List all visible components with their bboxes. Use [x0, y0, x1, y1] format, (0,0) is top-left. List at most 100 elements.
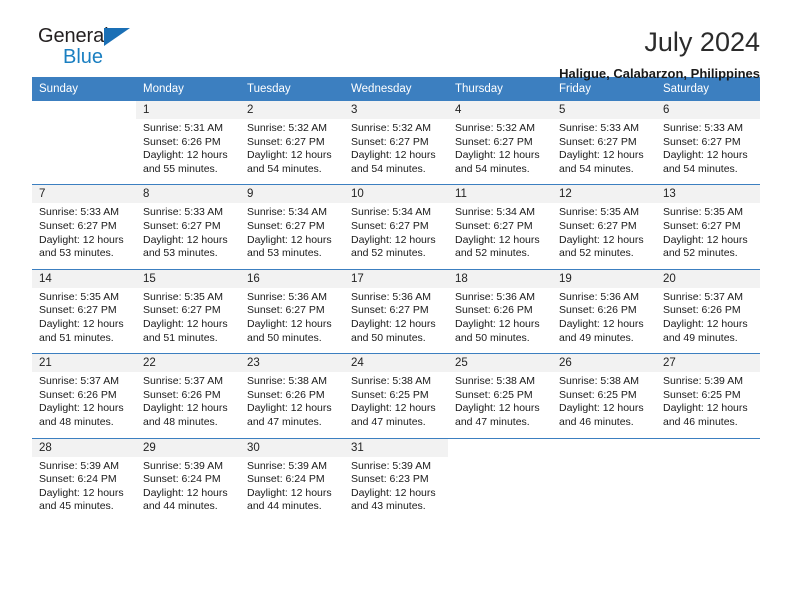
day-number-cell[interactable]: 24 — [344, 353, 448, 373]
empty-info-cell — [656, 456, 760, 522]
day-number-cell[interactable]: 11 — [448, 184, 552, 204]
day-number-cell[interactable]: 3 — [344, 101, 448, 119]
day-number-cell[interactable]: 9 — [240, 184, 344, 204]
sunset-text: Sunset: 6:23 PM — [351, 473, 429, 486]
day-number-cell[interactable]: 14 — [32, 269, 136, 288]
day-number-cell[interactable]: 16 — [240, 269, 344, 288]
day-info: Sunrise: 5:38 AM Sunset: 6:25 PM Daylight:… — [559, 375, 650, 429]
sunrise-text: Sunrise: 5:35 AM — [663, 206, 743, 219]
day-number-cell[interactable]: 31 — [344, 438, 448, 457]
daylight-text-line1: Daylight: 12 hours — [559, 317, 644, 330]
daylight-text-line2: and 44 minutes. — [247, 500, 322, 513]
day-number-cell[interactable]: 4 — [448, 101, 552, 119]
daylight-text-line2: and 43 minutes. — [351, 500, 426, 513]
empty-day-cell — [32, 101, 136, 119]
day-info: Sunrise: 5:33 AM Sunset: 6:27 PM Daylight:… — [143, 206, 234, 260]
sunset-text: Sunset: 6:27 PM — [143, 219, 221, 232]
sunset-text: Sunset: 6:27 PM — [559, 135, 637, 148]
weekday-header-wednesday: Wednesday — [344, 77, 448, 101]
daylight-text-line1: Daylight: 12 hours — [247, 233, 332, 246]
sunset-text: Sunset: 6:27 PM — [247, 219, 325, 232]
day-number-cell[interactable]: 23 — [240, 353, 344, 373]
weekday-header-monday: Monday — [136, 77, 240, 101]
daylight-text-line1: Daylight: 12 hours — [247, 317, 332, 330]
daylight-text-line1: Daylight: 12 hours — [143, 486, 228, 499]
day-info-cell: Sunrise: 5:31 AM Sunset: 6:26 PM Daylight:… — [136, 119, 240, 186]
daylight-text-line1: Daylight: 12 hours — [39, 317, 124, 330]
day-number-cell[interactable]: 28 — [32, 438, 136, 457]
sunset-text: Sunset: 6:25 PM — [663, 388, 741, 401]
sunrise-text: Sunrise: 5:34 AM — [247, 206, 327, 219]
day-number-cell[interactable]: 27 — [656, 353, 760, 373]
title-block: July 2024 Haligue, Calabarzon, Philippin… — [559, 26, 760, 82]
day-number-cell[interactable]: 19 — [552, 269, 656, 288]
day-info: Sunrise: 5:31 AM Sunset: 6:26 PM Daylight:… — [143, 122, 234, 176]
sunset-text: Sunset: 6:27 PM — [559, 219, 637, 232]
day-info: Sunrise: 5:39 AM Sunset: 6:24 PM Daylight:… — [39, 460, 130, 514]
day-number-cell[interactable]: 7 — [32, 184, 136, 204]
daylight-text-line2: and 44 minutes. — [143, 500, 218, 513]
sunrise-text: Sunrise: 5:32 AM — [351, 122, 431, 134]
day-number-cell[interactable]: 29 — [136, 438, 240, 457]
daylight-text-line1: Daylight: 12 hours — [143, 402, 228, 415]
general-blue-logo[interactable]: General Blue — [32, 26, 152, 72]
day-info-cell: Sunrise: 5:32 AM Sunset: 6:27 PM Daylight:… — [448, 119, 552, 186]
sunrise-text: Sunrise: 5:33 AM — [39, 206, 119, 219]
day-number-cell[interactable]: 12 — [552, 184, 656, 204]
day-info-cell: Sunrise: 5:34 AM Sunset: 6:27 PM Daylight:… — [240, 203, 344, 270]
day-number-cell[interactable]: 22 — [136, 353, 240, 373]
day-number-cell[interactable]: 21 — [32, 353, 136, 373]
day-info-cell: Sunrise: 5:32 AM Sunset: 6:27 PM Daylight:… — [240, 119, 344, 186]
day-info: Sunrise: 5:36 AM Sunset: 6:27 PM Daylight:… — [247, 291, 338, 345]
day-number-cell[interactable]: 26 — [552, 353, 656, 373]
day-number-cell[interactable]: 18 — [448, 269, 552, 288]
sunrise-text: Sunrise: 5:35 AM — [39, 290, 119, 303]
day-number-cell[interactable]: 8 — [136, 184, 240, 204]
day-info: Sunrise: 5:35 AM Sunset: 6:27 PM Daylight:… — [143, 291, 234, 345]
daylight-text-line2: and 47 minutes. — [351, 415, 426, 428]
daylight-text-line2: and 51 minutes. — [39, 331, 114, 344]
day-info-cell: Sunrise: 5:38 AM Sunset: 6:25 PM Daylight:… — [344, 372, 448, 439]
sunset-text: Sunset: 6:25 PM — [559, 388, 637, 401]
daylight-text-line1: Daylight: 12 hours — [455, 149, 540, 162]
day-number-cell[interactable]: 13 — [656, 184, 760, 204]
daylight-text-line1: Daylight: 12 hours — [663, 317, 748, 330]
day-info: Sunrise: 5:38 AM Sunset: 6:25 PM Daylight:… — [351, 375, 442, 429]
day-info: Sunrise: 5:33 AM Sunset: 6:27 PM Daylight:… — [663, 122, 754, 176]
week-daynumber-row: 14 15 16 17 18 19 20 — [32, 269, 760, 288]
sunset-text: Sunset: 6:27 PM — [143, 304, 221, 317]
week-daynumber-row: 123456 — [32, 101, 760, 119]
logo-text-blue: Blue — [63, 46, 104, 68]
sunset-text: Sunset: 6:25 PM — [455, 388, 533, 401]
day-info-cell: Sunrise: 5:33 AM Sunset: 6:27 PM Daylight:… — [32, 203, 136, 270]
week-info-row: Sunrise: 5:37 AM Sunset: 6:26 PM Daylight:… — [32, 372, 760, 439]
day-number-cell[interactable]: 5 — [552, 101, 656, 119]
day-info-cell: Sunrise: 5:39 AM Sunset: 6:24 PM Daylight:… — [136, 456, 240, 522]
sunrise-text: Sunrise: 5:35 AM — [559, 206, 639, 219]
page-subtitle: Haligue, Calabarzon, Philippines — [559, 66, 760, 81]
day-number-cell[interactable]: 30 — [240, 438, 344, 457]
sunset-text: Sunset: 6:26 PM — [663, 304, 741, 317]
daylight-text-line1: Daylight: 12 hours — [351, 233, 436, 246]
week-daynumber-row: 21 22 23 24 25 26 27 — [32, 353, 760, 373]
sunset-text: Sunset: 6:25 PM — [351, 388, 429, 401]
sunrise-text: Sunrise: 5:33 AM — [143, 206, 223, 219]
sunset-text: Sunset: 6:24 PM — [39, 473, 117, 486]
daylight-text-line2: and 55 minutes. — [143, 162, 218, 175]
day-info-cell: Sunrise: 5:38 AM Sunset: 6:26 PM Daylight:… — [240, 372, 344, 439]
day-number-cell[interactable]: 6 — [656, 101, 760, 119]
day-number-cell[interactable]: 10 — [344, 184, 448, 204]
day-number-cell[interactable]: 1 — [136, 101, 240, 119]
sunrise-text: Sunrise: 5:39 AM — [351, 459, 431, 472]
week-daynumber-row: 7 8 9 10 11 12 13 — [32, 184, 760, 204]
sunset-text: Sunset: 6:27 PM — [663, 135, 741, 148]
day-number-cell[interactable]: 17 — [344, 269, 448, 288]
day-number-cell[interactable]: 20 — [656, 269, 760, 288]
daylight-text-line1: Daylight: 12 hours — [455, 317, 540, 330]
sunset-text: Sunset: 6:27 PM — [247, 304, 325, 317]
day-number-cell[interactable]: 15 — [136, 269, 240, 288]
day-number-cell[interactable]: 25 — [448, 353, 552, 373]
empty-info-cell — [552, 456, 656, 522]
day-number-cell[interactable]: 2 — [240, 101, 344, 119]
daylight-text-line1: Daylight: 12 hours — [143, 317, 228, 330]
